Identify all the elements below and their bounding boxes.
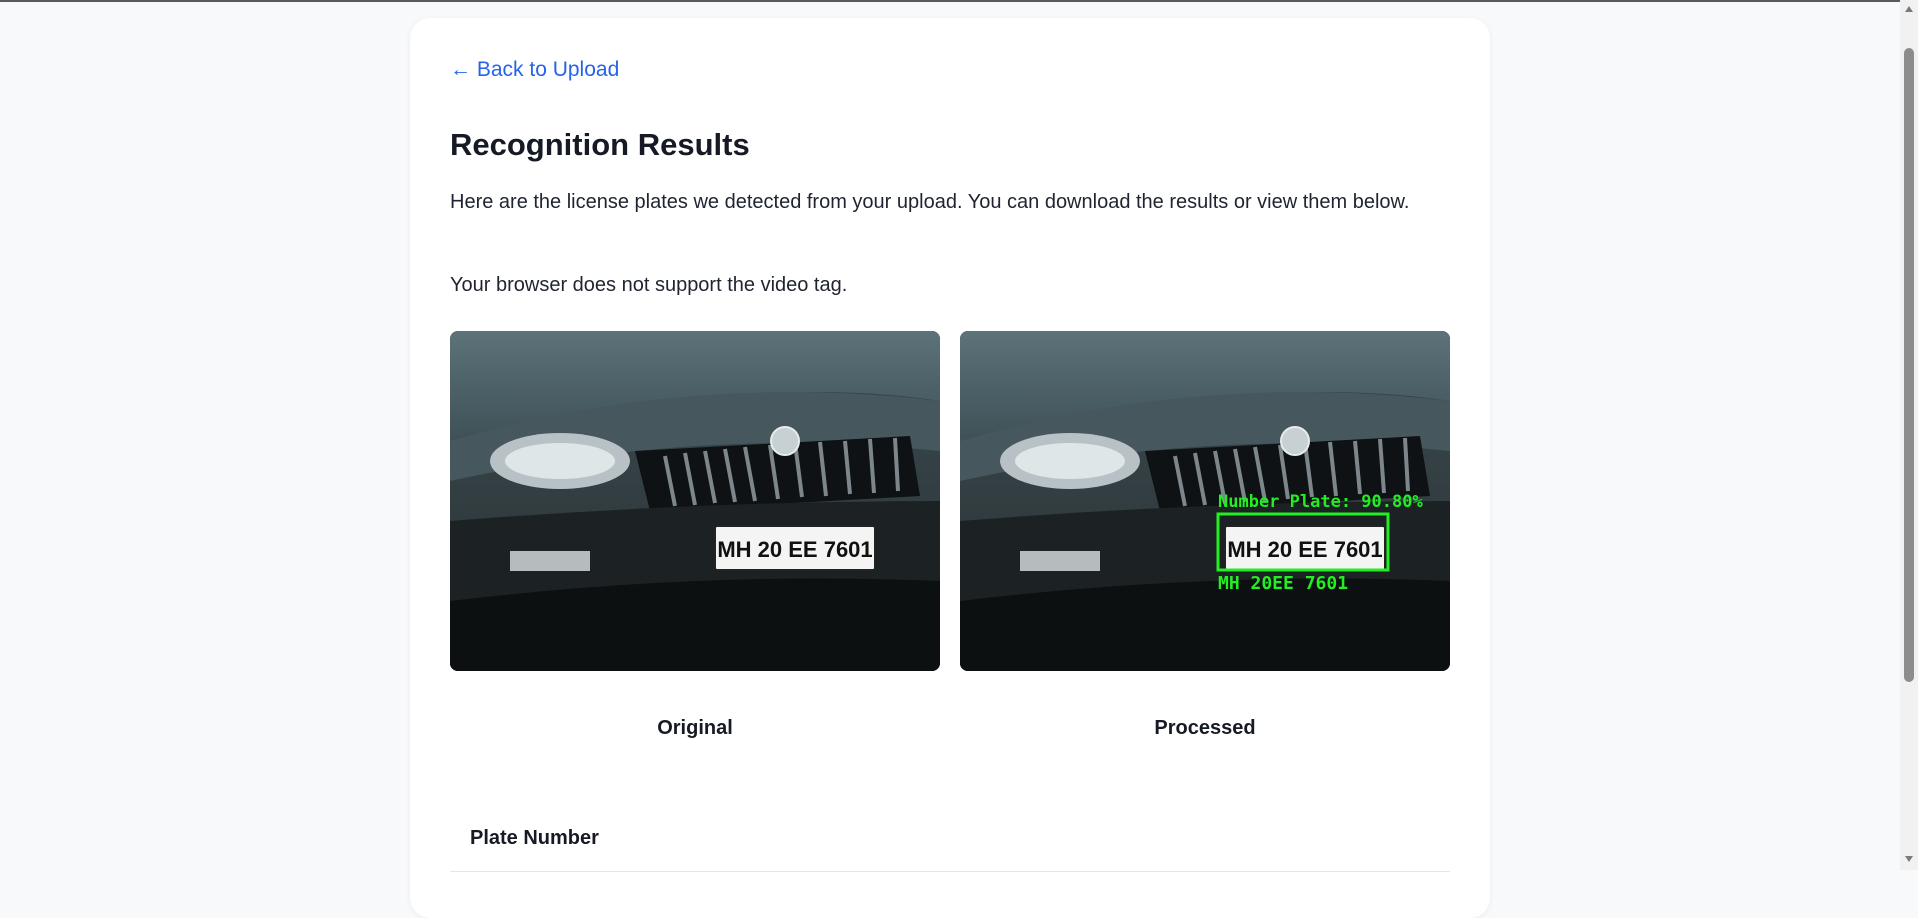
scrollbar-thumb[interactable] <box>1904 48 1914 682</box>
original-image: MH 20 EE 7601 <box>450 331 940 671</box>
original-plate-text: MH 20 EE 7601 <box>717 537 872 562</box>
detection-label: Number Plate: 90.80% <box>1218 492 1423 512</box>
processed-caption: Processed <box>1154 717 1256 739</box>
intro-text: Here are the license plates we detected … <box>450 191 1410 213</box>
table-header-divider <box>450 871 1450 872</box>
vertical-scrollbar[interactable] <box>1900 0 1918 870</box>
processed-image: MH 20 EE 7601 Number Plate: 90.80% MH 20… <box>960 331 1450 671</box>
page-title: Recognition Results <box>450 127 750 162</box>
results-card: ← Back to Upload Recognition Results Her… <box>410 18 1490 918</box>
processed-plate-text: MH 20 EE 7601 <box>1227 537 1382 562</box>
video-fallback-text: Your browser does not support the video … <box>450 274 848 296</box>
back-to-upload-link[interactable]: ← Back to Upload <box>450 58 619 82</box>
ocr-label: MH 20EE 7601 <box>1218 573 1348 594</box>
table-header-plate-number: Plate Number <box>470 827 599 849</box>
scroll-up-arrow-icon[interactable] <box>1905 6 1913 12</box>
scroll-down-arrow-icon[interactable] <box>1905 856 1913 862</box>
window-top-border <box>0 0 1918 2</box>
original-caption: Original <box>657 717 733 739</box>
